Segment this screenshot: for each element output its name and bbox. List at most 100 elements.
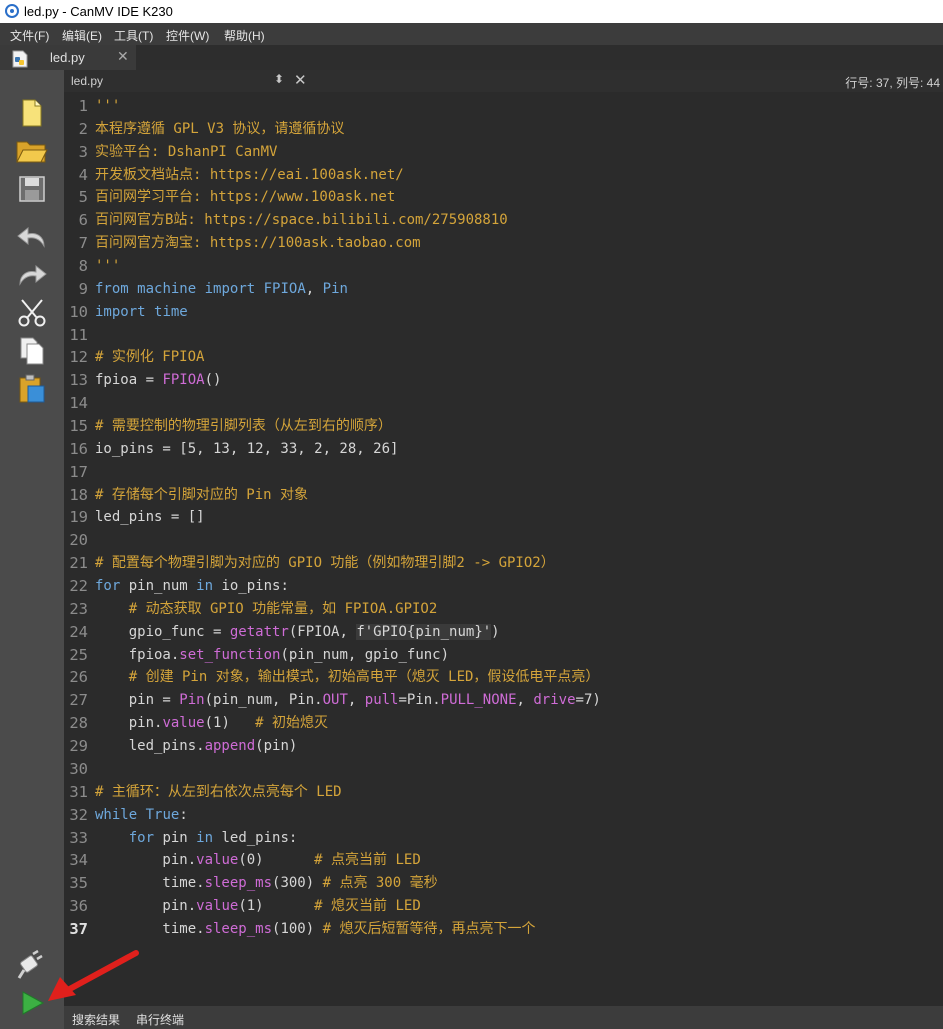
line-number: 13 (69, 371, 88, 390)
code-token: value (162, 715, 205, 732)
code-token: io_pins: (213, 578, 289, 595)
code-token: , (516, 692, 534, 709)
menu-file[interactable]: 文件(F) (10, 27, 49, 44)
code-editor[interactable]: 1 2 3 4 5 6 7 8 9 10 11 12 13 14 15 16 17 18 19 20 21 22 23 24 2… (64, 92, 943, 1006)
code-token: 百问网官方B站: https://space.bilibili.com/2759… (95, 212, 508, 229)
code-token: gpio_func = (95, 623, 230, 640)
code-token: # 存储每个引脚对应的 Pin 对象 (95, 486, 309, 503)
code-token: OUT (322, 692, 348, 709)
code-token: in (196, 578, 214, 595)
code-line: led_pins = [] (95, 506, 935, 529)
code-line: for pin in led_pins: (95, 827, 935, 850)
code-token: (300) (272, 875, 323, 892)
code-token: (pin_num, Pin. (204, 692, 323, 709)
line-number: 6 (78, 211, 88, 230)
line-number: 10 (69, 302, 88, 321)
menu-tools[interactable]: 工具(T) (114, 27, 153, 44)
menu-help[interactable]: 帮助(H) (224, 27, 265, 44)
code-token: FPIOA (263, 280, 306, 297)
code-token: f'GPIO{pin_num}' (356, 623, 492, 640)
code-token: 开发板文档站点: https://eai.100ask.net/ (95, 166, 404, 183)
line-number: 17 (69, 462, 88, 481)
undo-button[interactable] (14, 220, 50, 254)
line-number: 12 (69, 348, 88, 367)
line-number: 35 (69, 874, 88, 893)
line-number: 2 (78, 119, 88, 138)
code-token: # 熄灭后短暂等待，再点亮下一个 (322, 920, 536, 937)
editor-close-icon[interactable]: ✕ (294, 71, 307, 89)
code-token: # 初始熄灭 (255, 715, 329, 732)
line-number: 4 (78, 165, 88, 184)
copy-button[interactable] (14, 334, 50, 368)
code-token: import (204, 280, 256, 297)
code-line: pin.value(1) # 初始熄灭 (95, 712, 935, 735)
connect-plug-icon (17, 950, 43, 979)
line-number: 15 (69, 417, 88, 436)
connect-button[interactable] (14, 948, 50, 982)
cursor-position: 行号: 37, 列号: 44 (845, 76, 940, 90)
code-area[interactable]: ''' 本程序遵循 GPL V3 协议，请遵循协议 实验平台: DshanPI Ca… (95, 95, 935, 941)
line-number: 22 (69, 577, 88, 596)
code-token: value (196, 852, 239, 869)
code-token: time. (95, 920, 205, 937)
code-line: import time (95, 301, 935, 324)
code-token: ) (491, 623, 500, 640)
paste-button[interactable] (14, 372, 50, 406)
line-number: 16 (69, 439, 88, 458)
code-token: 本程序遵循 GPL V3 协议，请遵循协议 (95, 120, 345, 137)
window-title: led.py - CanMV IDE K230 (24, 4, 173, 19)
file-tab-close-icon[interactable]: ✕ (117, 48, 129, 65)
code-token: (1) (204, 715, 256, 732)
code-token: , (305, 280, 323, 297)
file-switch-updown-icon[interactable]: ⬍ (274, 72, 284, 86)
open-file-button[interactable] (14, 134, 50, 168)
code-token: for (95, 578, 121, 595)
code-token: Pin (179, 692, 205, 709)
code-token: # 动态获取 GPIO 功能常量，如 FPIOA.GPIO2 (128, 600, 438, 617)
paste-clipboard-icon (19, 374, 45, 403)
code-line: # 存储每个引脚对应的 Pin 对象 (95, 484, 935, 507)
tab-serial-terminal[interactable]: 串行终端 (136, 1011, 184, 1028)
code-token: () (204, 372, 222, 389)
code-token: PULL_NONE (440, 692, 517, 709)
cut-button[interactable] (14, 296, 50, 330)
code-token: append (204, 738, 256, 755)
tool-sidebar (0, 70, 64, 1029)
line-number-gutter: 1 2 3 4 5 6 7 8 9 10 11 12 13 14 15 16 17 18 19 20 21 22 23 24 2… (64, 95, 88, 941)
code-token: in (196, 829, 214, 846)
menu-widgets[interactable]: 控件(W) (166, 27, 209, 44)
new-file-button[interactable] (14, 96, 50, 130)
line-number: 34 (69, 851, 88, 870)
menu-edit[interactable]: 编辑(E) (62, 27, 102, 44)
line-number: 8 (78, 257, 88, 276)
line-number: 11 (69, 325, 88, 344)
code-token: pull (364, 692, 399, 709)
line-number: 37 (69, 919, 88, 938)
file-tab-label: led.py (50, 50, 85, 65)
code-line: for pin_num in io_pins: (95, 575, 935, 598)
code-line: 百问网官方B站: https://space.bilibili.com/2759… (95, 209, 935, 232)
run-button[interactable] (14, 986, 50, 1020)
code-line: time.sleep_ms(300) # 点亮 300 毫秒 (95, 872, 935, 895)
code-token: (0) (238, 852, 315, 869)
code-token: pin. (95, 715, 163, 732)
tab-search-results[interactable]: 搜索结果 (72, 1011, 120, 1028)
save-file-button[interactable] (14, 172, 50, 206)
code-line: # 动态获取 GPIO 功能常量，如 FPIOA.GPIO2 (95, 598, 935, 621)
line-number: 27 (69, 691, 88, 710)
redo-button[interactable] (14, 258, 50, 292)
run-play-icon (22, 991, 45, 1015)
code-line: from machine import FPIOA, Pin (95, 278, 935, 301)
line-number: 9 (78, 279, 88, 298)
code-token: pin (154, 829, 197, 846)
code-token: # 熄灭当前 LED (314, 898, 421, 915)
code-token: time. (95, 875, 205, 892)
code-token: for (128, 829, 155, 846)
file-tab-led-py[interactable]: led.py ✕ (0, 45, 136, 70)
